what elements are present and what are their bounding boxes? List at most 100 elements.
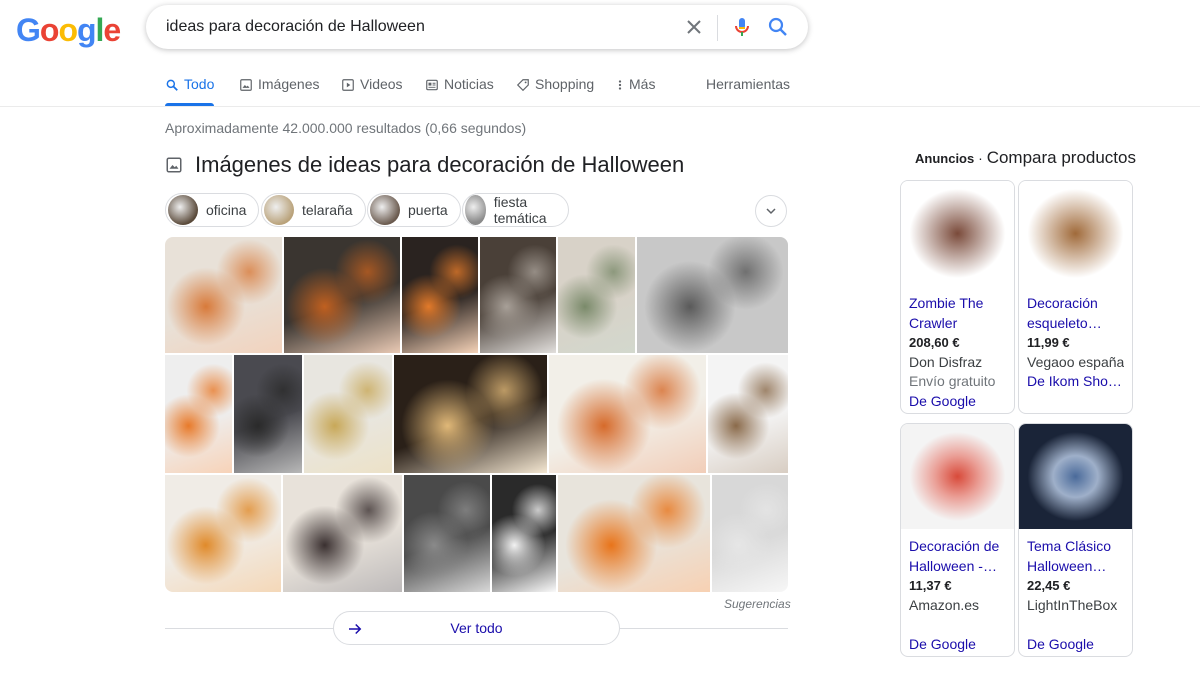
product-source[interactable]: De Ikom Sho… — [1027, 372, 1124, 392]
chip-thumbnail — [465, 195, 486, 225]
product-store: LightInTheBox — [1027, 596, 1118, 613]
tab-imagenes[interactable]: Imágenes — [239, 76, 319, 106]
image-thumbnail[interactable] — [549, 355, 706, 473]
chips-expand-button[interactable] — [755, 195, 787, 227]
tab-label: Noticias — [444, 76, 494, 92]
image-thumbnail[interactable] — [234, 355, 302, 473]
image-thumbnail[interactable] — [165, 475, 281, 592]
image-thumbnail[interactable] — [283, 475, 402, 592]
image-thumbnail[interactable] — [404, 475, 490, 592]
product-source[interactable]: De Google — [909, 392, 1006, 412]
tag-icon — [516, 79, 529, 92]
chip-thumbnail — [370, 195, 400, 225]
product-title[interactable]: Zombie The Crawler — [909, 294, 1006, 333]
product-title[interactable]: Decoración esqueleto… — [1027, 294, 1124, 333]
image-thumbnail[interactable] — [712, 475, 788, 592]
product-price: 208,60 € — [909, 335, 960, 350]
images-section-header[interactable]: Imágenes de ideas para decoración de Hal… — [165, 152, 684, 178]
chip-puerta[interactable]: puerta — [367, 193, 461, 227]
image-icon — [240, 79, 252, 91]
see-all-button[interactable]: Ver todo — [333, 611, 620, 645]
logo-letter: o — [58, 12, 78, 48]
arrow-right-icon — [349, 623, 362, 635]
product-shipping: Envío gratuito — [909, 373, 996, 389]
chevron-down-icon — [766, 208, 776, 215]
search-box — [146, 5, 808, 49]
search-icon[interactable] — [766, 15, 790, 39]
image-thumbnail[interactable] — [402, 237, 478, 353]
product-store: Amazon.es — [909, 596, 980, 613]
more-vert-icon — [618, 80, 622, 90]
header-divider — [0, 106, 1200, 107]
suggestions-label: Sugerencias — [724, 597, 791, 611]
product-price: 11,99 € — [1027, 335, 1070, 350]
product-card[interactable]: Decoración de Halloween - 3… 11,37 € Ama… — [900, 423, 1015, 657]
see-all-label: Ver todo — [450, 620, 503, 636]
google-logo[interactable]: Google — [16, 12, 121, 49]
logo-letter: l — [95, 12, 105, 48]
logo-letter: g — [76, 12, 97, 48]
tab-noticias[interactable]: Noticias — [425, 76, 494, 106]
ads-label: Anuncios — [915, 151, 975, 166]
tab-videos[interactable]: Videos — [341, 76, 403, 106]
logo-letter: G — [16, 12, 41, 48]
product-image — [1019, 181, 1132, 286]
tab-label: Más — [629, 76, 656, 92]
chip-thumbnail — [264, 195, 294, 225]
product-card[interactable]: Zombie The Crawler 208,60 € Don Disfraz … — [900, 180, 1015, 414]
search-icon — [166, 79, 178, 91]
search-divider — [717, 15, 718, 41]
image-thumbnail[interactable] — [558, 237, 635, 353]
tab-mas[interactable]: Más — [616, 76, 655, 106]
product-source[interactable]: De Google — [909, 635, 1006, 655]
chip-fiesta-tematica[interactable]: fiesta temática — [462, 193, 569, 227]
product-store: Vegaoo españa — [1027, 353, 1124, 370]
image-icon — [166, 157, 182, 173]
chip-label: fiesta temática — [493, 194, 547, 226]
images-section-title: Imágenes de ideas para decoración de Hal… — [195, 152, 685, 177]
image-thumbnail[interactable] — [558, 475, 710, 592]
clear-icon[interactable] — [682, 15, 706, 39]
news-icon — [426, 79, 438, 91]
product-image — [901, 424, 1014, 529]
product-title[interactable]: Decoración de Halloween - 3… — [909, 537, 1006, 576]
product-title[interactable]: Tema Clásico Halloween… — [1027, 537, 1124, 576]
product-image — [1019, 424, 1132, 529]
image-thumbnail[interactable] — [480, 237, 556, 353]
search-input[interactable] — [166, 5, 666, 49]
product-source[interactable]: De Google — [1027, 635, 1124, 655]
product-card[interactable]: Decoración esqueleto… 11,99 € Vegaoo esp… — [1018, 180, 1133, 414]
result-stats: Aproximadamente 42.000.000 resultados (0… — [165, 120, 527, 136]
microphone-icon[interactable] — [730, 15, 754, 39]
ads-heading: Compara productos — [986, 148, 1136, 167]
chip-label: oficina — [206, 202, 247, 218]
tab-label: Videos — [360, 76, 403, 92]
ads-header: Anuncios · Compara productos — [915, 148, 1136, 168]
image-thumbnail[interactable] — [492, 475, 556, 592]
tab-todo[interactable]: Todo — [165, 76, 215, 106]
image-thumbnail[interactable] — [394, 355, 547, 473]
tools-button[interactable]: Herramientas — [706, 76, 790, 92]
tab-label: Todo — [184, 76, 215, 92]
ads-separator: · — [978, 150, 983, 166]
logo-letter: o — [39, 12, 60, 48]
image-thumbnail[interactable] — [708, 355, 788, 473]
image-thumbnail[interactable] — [165, 237, 282, 353]
image-grid — [165, 237, 788, 592]
image-thumbnail[interactable] — [637, 237, 788, 353]
video-icon — [342, 79, 354, 91]
product-store: Don Disfraz — [909, 353, 983, 370]
chip-label: telaraña — [302, 202, 353, 218]
chip-telarana[interactable]: telaraña — [261, 193, 366, 227]
product-price: 22,45 € — [1027, 578, 1071, 593]
tab-label: Imágenes — [258, 76, 320, 92]
image-thumbnail[interactable] — [284, 237, 400, 353]
product-card[interactable]: Tema Clásico Halloween… 22,45 € LightInT… — [1018, 423, 1133, 657]
image-thumbnail[interactable] — [165, 355, 232, 473]
logo-letter: e — [103, 12, 121, 48]
chip-oficina[interactable]: oficina — [165, 193, 260, 227]
tab-shopping[interactable]: Shopping — [516, 76, 594, 106]
chip-thumbnail — [168, 195, 198, 225]
product-image — [901, 181, 1014, 286]
image-thumbnail[interactable] — [304, 355, 392, 473]
